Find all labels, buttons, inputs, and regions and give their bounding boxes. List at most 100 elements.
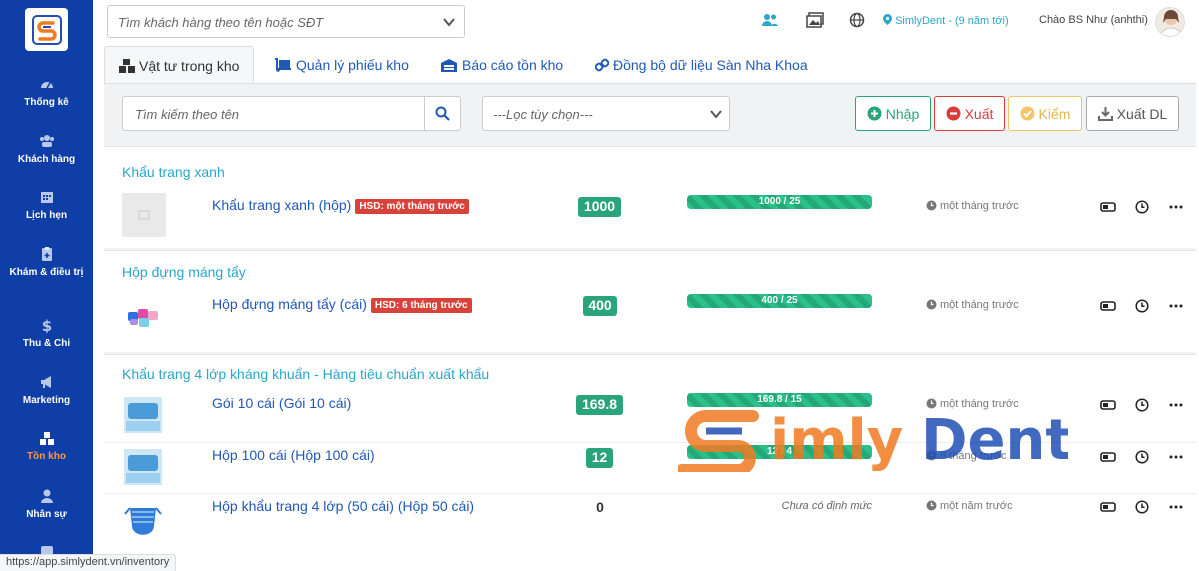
history-button[interactable] (1128, 393, 1156, 417)
dashboard-icon (40, 82, 53, 89)
ellipsis-icon (1169, 505, 1183, 509)
sidebar-item-thu-chi[interactable]: $ Thu & Chi (0, 317, 93, 350)
tab-label: Vật tư trong kho (139, 58, 240, 74)
filter-placeholder: ---Lọc tùy chọn--- (493, 107, 593, 122)
tab-label: Báo cáo tồn kho (462, 57, 564, 73)
mask-image (124, 507, 162, 535)
xuat-dl-button[interactable]: Xuất DL (1086, 96, 1179, 131)
ellipsis-icon (1169, 304, 1183, 308)
chevron-down-icon (710, 110, 722, 119)
inventory-panel: Tìm kiếm theo tên ---Lọc tùy chọn--- Nhậ… (104, 83, 1196, 564)
image-placeholder-icon (138, 210, 150, 220)
label-button[interactable] (1094, 393, 1122, 417)
search-placeholder: Tìm kiếm theo tên (135, 107, 240, 122)
images-icon[interactable] (806, 12, 824, 28)
globe-icon[interactable] (848, 12, 866, 28)
list-item: Khẩu trang xanh (hộp) HSD: một tháng trướ… (104, 191, 1196, 241)
norm-status: Chưa có định mức (781, 500, 872, 512)
group-title[interactable]: Khẩu trang 4 lớp kháng khuẩn - Hàng tiêu… (122, 366, 489, 382)
updated-time-text: một năm trước (940, 500, 1013, 512)
search-input[interactable]: Tìm kiếm theo tên (122, 96, 461, 131)
quantity-badge: 400 (583, 296, 617, 316)
avatar[interactable] (1155, 7, 1185, 37)
nhap-button[interactable]: Nhập (855, 96, 931, 131)
more-button[interactable] (1162, 195, 1190, 219)
item-name[interactable]: Hộp đựng máng tẩy (cái) HSD: 6 tháng trướ… (212, 296, 472, 313)
app-logo[interactable] (25, 8, 68, 51)
sidebar-item-nhan-su[interactable]: Nhân sự (0, 488, 93, 521)
sidebar-item-label: Khám & điều trị (9, 267, 84, 278)
users-icon[interactable] (761, 12, 779, 28)
xuat-button[interactable]: Xuất (934, 96, 1005, 131)
tag-icon (1100, 301, 1116, 311)
link-icon (595, 58, 609, 72)
history-button[interactable] (1128, 294, 1156, 318)
item-name[interactable]: Hộp khẩu trang 4 lớp (50 cái) (Hộp 50 cá… (212, 498, 474, 514)
label-button[interactable] (1094, 445, 1122, 469)
stock-progress-bar: 1000 / 25 (687, 195, 872, 209)
label-button[interactable] (1094, 495, 1122, 519)
svg-text:$: $ (41, 317, 51, 333)
ellipsis-icon (1169, 205, 1183, 209)
item-name[interactable]: Gói 10 cái (Gói 10 cái) (212, 395, 351, 411)
history-button[interactable] (1128, 495, 1156, 519)
group-title[interactable]: Hộp đựng máng tẩy (122, 264, 246, 280)
product-group: Khẩu trang xanh Khẩu trang xanh (hộp) HSD… (104, 146, 1196, 248)
sidebar-item-label: Tồn kho (27, 451, 66, 462)
dolly-icon (275, 58, 291, 72)
quantity-badge: 12 (586, 448, 613, 468)
more-button[interactable] (1162, 294, 1190, 318)
stock-progress-bar: 400 / 25 (687, 294, 872, 308)
row-actions (1094, 445, 1190, 469)
xuat-label: Xuất (964, 105, 994, 122)
more-button[interactable] (1162, 495, 1190, 519)
expiry-badge: HSD: 6 tháng trước (370, 298, 472, 313)
product-thumbnail (122, 445, 166, 489)
clinic-name: SimlyDent - (9 năm tới) (895, 15, 1009, 27)
check-circle-icon (1020, 106, 1035, 121)
kiem-button[interactable]: Kiểm (1008, 96, 1082, 131)
clock-icon (926, 299, 937, 310)
tab-quan-ly-phieu-kho[interactable]: Quản lý phiếu kho (274, 46, 409, 84)
sidebar-item-label: Thống kê (24, 97, 69, 108)
sidebar-item-marketing[interactable]: Marketing (0, 374, 93, 407)
tab-vat-tu[interactable]: Vật tư trong kho (104, 46, 255, 84)
customer-search-placeholder: Tìm khách hàng theo tên hoặc SĐT (118, 15, 324, 30)
label-button[interactable] (1094, 195, 1122, 219)
history-button[interactable] (1128, 195, 1156, 219)
sidebar-item-label: Marketing (22, 395, 71, 406)
list-item: Hộp khẩu trang 4 lớp (50 cái) (Hộp 50 cá… (104, 493, 1196, 543)
clock-icon (926, 200, 937, 211)
item-name[interactable]: Khẩu trang xanh (hộp) HSD: một tháng trướ… (212, 197, 469, 214)
sidebar-item-ton-kho[interactable]: Tồn kho (0, 430, 93, 463)
expiry-badge: HSD: một tháng trước (355, 199, 469, 214)
mask-box-image (124, 449, 162, 485)
updated-time: một tháng trước (926, 200, 1019, 212)
filter-select[interactable]: ---Lọc tùy chọn--- (482, 96, 730, 131)
updated-time: một năm trước (926, 500, 1013, 512)
clinic-selector[interactable]: SimlyDent - (9 năm tới) (883, 14, 1009, 27)
sidebar-item-thong-ke[interactable]: Thống kê (0, 76, 93, 109)
tag-icon (1100, 452, 1116, 462)
more-button[interactable] (1162, 393, 1190, 417)
product-thumbnail (122, 496, 166, 540)
search-button[interactable] (424, 97, 460, 130)
download-icon (1097, 107, 1113, 121)
tab-bao-cao-ton-kho[interactable]: Báo cáo tồn kho (440, 46, 563, 84)
updated-time-text: một tháng trước (940, 299, 1019, 311)
sidebar-item-khach-hang[interactable]: Khách hàng (0, 133, 93, 166)
label-button[interactable] (1094, 294, 1122, 318)
more-button[interactable] (1162, 445, 1190, 469)
sidebar-item-lich-hen[interactable]: Lịch hẹn (0, 189, 93, 222)
history-button[interactable] (1128, 445, 1156, 469)
tab-label: Đồng bộ dữ liệu Sàn Nha Khoa (613, 57, 808, 73)
sidebar-item-kham-dieu-tri[interactable]: Khám & điều trị (0, 246, 93, 279)
clock-icon (1135, 500, 1149, 514)
clock-icon (1135, 200, 1149, 214)
item-name[interactable]: Hộp 100 cái (Hộp 100 cái) (212, 447, 375, 463)
search-icon (435, 106, 450, 121)
tab-dong-bo-du-lieu[interactable]: Đồng bộ dữ liệu Sàn Nha Khoa (595, 46, 808, 84)
customer-search-select[interactable]: Tìm khách hàng theo tên hoặc SĐT (107, 5, 465, 38)
clock-icon (1135, 398, 1149, 412)
group-title[interactable]: Khẩu trang xanh (122, 164, 225, 180)
